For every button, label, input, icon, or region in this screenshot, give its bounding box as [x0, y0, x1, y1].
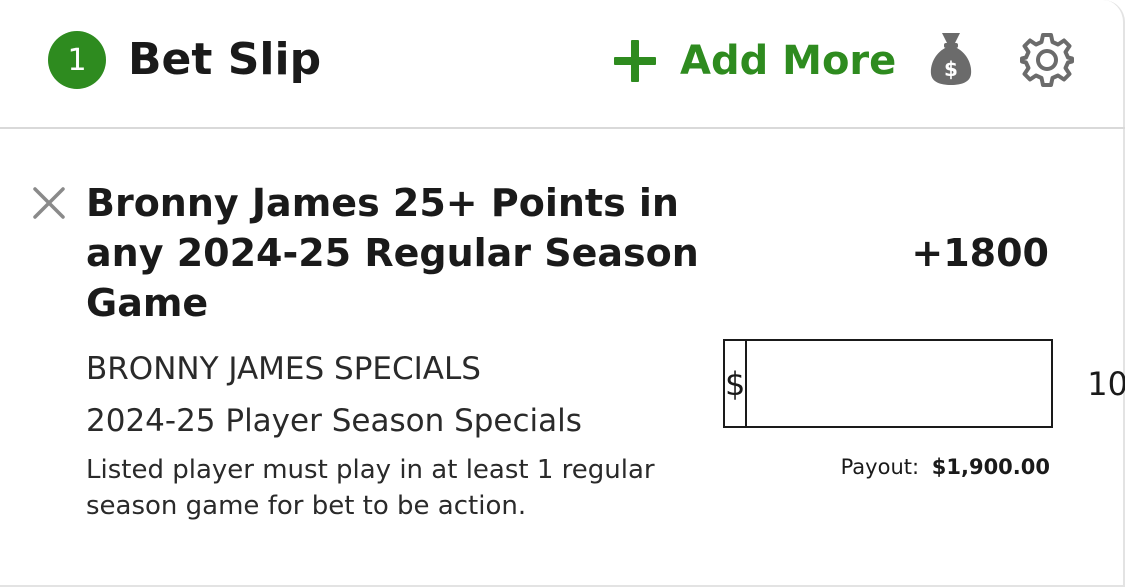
- remove-bet-icon[interactable]: [32, 186, 66, 220]
- header-divider: [0, 127, 1125, 129]
- currency-symbol: $: [725, 341, 748, 426]
- page-title: Bet Slip: [128, 34, 322, 85]
- selection-count: 1: [67, 42, 87, 78]
- moneybag-icon[interactable]: $: [928, 30, 974, 86]
- bet-slip-header: 1 Bet Slip Add More $: [0, 0, 1125, 128]
- plus-icon: [614, 40, 656, 82]
- gear-icon[interactable]: [1018, 31, 1076, 89]
- payout-value: $1,900.00: [931, 455, 1050, 479]
- payout-label: Payout:: [840, 455, 920, 479]
- bet-event-name: 2024-25 Player Season Specials: [86, 403, 582, 439]
- add-more-label: Add More: [680, 38, 897, 84]
- selection-count-badge: 1: [48, 31, 106, 89]
- payout-summary: Payout: $1,900.00: [841, 452, 1050, 482]
- stake-amount-input[interactable]: [747, 341, 1125, 426]
- stake-input-box[interactable]: $: [723, 339, 1125, 428]
- svg-text:$: $: [944, 57, 958, 81]
- bet-rule-text: Listed player must play in at least 1 re…: [86, 455, 655, 521]
- bet-market-name: BRONNY JAMES SPECIALS: [86, 351, 481, 387]
- add-more-button[interactable]: Add More: [614, 34, 896, 88]
- bet-odds: +1800: [911, 231, 1049, 275]
- bet-selection-title: Bronny James 25+ Points in any 2024-25 R…: [86, 181, 699, 325]
